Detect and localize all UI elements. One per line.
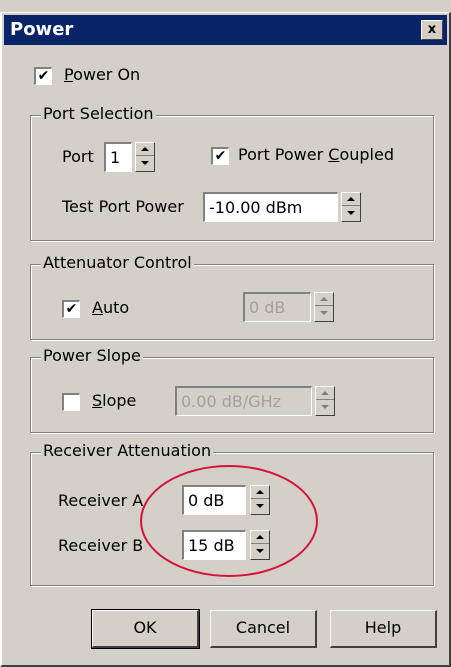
attenuator-control-legend: Attenuator Control [41,253,194,272]
test-port-power-spinner[interactable] [341,192,361,222]
power-slope-up-arrow-icon[interactable] [316,387,334,400]
attenuator-value-input[interactable]: 0 dB [243,292,311,322]
window-title: Power [10,19,74,40]
power-slope-spinner[interactable] [315,386,335,416]
power-slope-value-input[interactable]: 0.00 dB/GHz [175,386,312,416]
port-selection-legend: Port Selection [41,104,156,123]
power-slope-label[interactable]: Slope [92,391,136,410]
ok-button[interactable]: OK [91,609,200,649]
test-port-power-down-arrow-icon[interactable] [342,207,360,220]
attenuator-auto-label[interactable]: Auto [92,298,129,317]
receiver-attenuation-legend: Receiver Attenuation [41,441,214,460]
title-bar[interactable]: Power x [4,15,447,45]
receiver-b-label: Receiver B [58,536,144,555]
test-port-power-up-arrow-icon[interactable] [342,193,360,206]
attenuator-control-group: Attenuator Control [30,253,434,340]
power-slope-down-arrow-icon[interactable] [316,401,334,414]
port-down-arrow-icon[interactable] [136,157,154,170]
power-on-label[interactable]: Power On [64,65,140,84]
close-button[interactable]: x [421,20,443,40]
attenuator-spinner[interactable] [314,292,334,322]
test-port-power-input[interactable]: -10.00 dBm [203,192,338,222]
power-on-checkbox[interactable]: ✔ [34,67,52,85]
port-spinner[interactable] [135,142,155,172]
port-power-coupled-checkbox[interactable]: ✔ [211,147,229,165]
port-input[interactable]: 1 [104,142,132,172]
help-button[interactable]: Help [330,610,437,648]
port-label: Port [62,147,94,166]
port-up-arrow-icon[interactable] [136,143,154,156]
attenuator-up-arrow-icon[interactable] [315,293,333,306]
attenuator-auto-checkbox[interactable]: ✔ [62,300,80,318]
port-selection-group: Port Selection [30,104,434,241]
attenuator-down-arrow-icon[interactable] [315,307,333,320]
cancel-button[interactable]: Cancel [210,610,317,648]
power-slope-legend: Power Slope [41,346,143,365]
test-port-power-label: Test Port Power [62,197,184,216]
highlight-ellipse [140,465,318,577]
power-slope-checkbox[interactable] [62,393,80,411]
receiver-a-label: Receiver A [58,491,144,510]
port-power-coupled-label[interactable]: Port Power Coupled [238,145,394,164]
